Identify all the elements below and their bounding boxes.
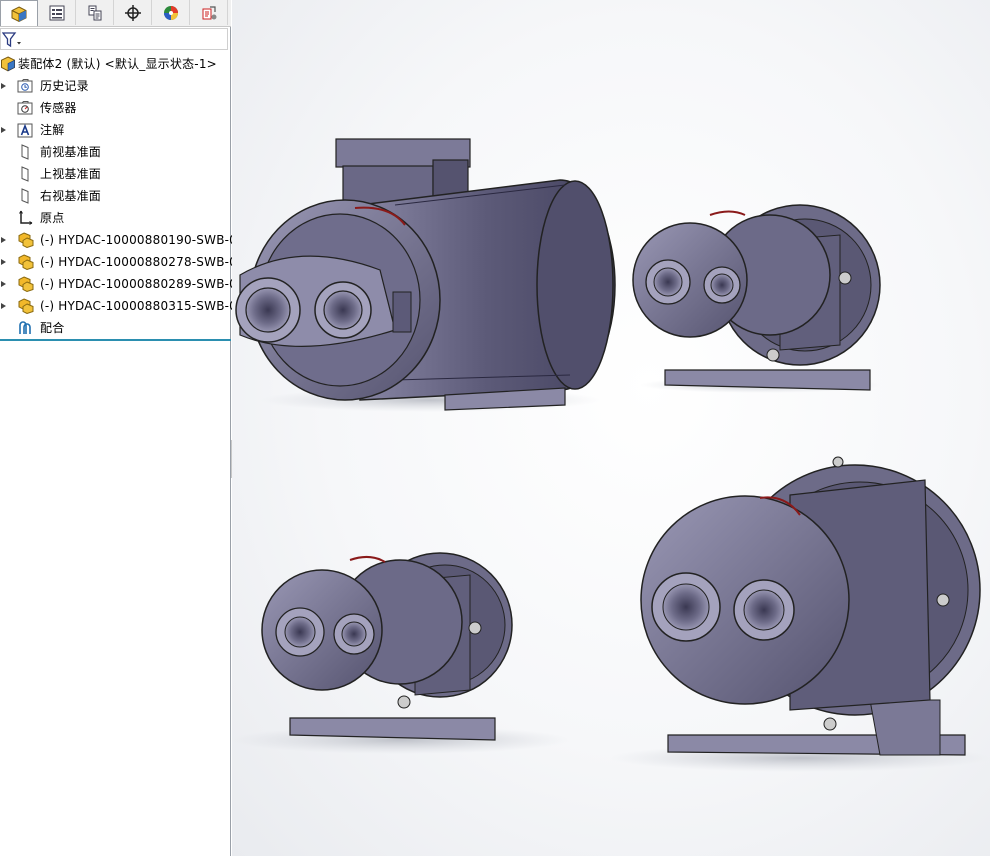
tree-item-subassembly[interactable]: (-) HYDAC-10000880289-SWB-00: [0, 273, 245, 295]
plane-icon: [21, 166, 29, 182]
tree-item-history[interactable]: 历史记录: [0, 75, 231, 97]
configurationmanager-tab-icon: [88, 5, 101, 20]
tree-item-label: 上视基准面: [40, 167, 102, 181]
featuremanager-tab-icon: [11, 5, 27, 22]
filter-icon[interactable]: [2, 31, 24, 49]
propertymanager-tab-icon: [49, 5, 64, 20]
tree-item-label: 前视基准面: [40, 145, 102, 159]
tree-end-separator: [0, 339, 231, 341]
tree-item-label: (-) HYDAC-10000880315-SWB-00: [40, 299, 245, 313]
origin-icon: [19, 210, 33, 225]
subassembly-icon: [18, 232, 34, 248]
cam-tab-icon: [202, 5, 216, 19]
tree-item-front-plane[interactable]: 前视基准面: [0, 141, 231, 163]
tree-item-label: 传感器: [40, 101, 77, 115]
cam-tab[interactable]: [190, 0, 228, 25]
history-folder-icon: [17, 79, 33, 93]
tree-item-subassembly[interactable]: (-) HYDAC-10000880315-SWB-00: [0, 295, 245, 317]
expand-arrow-icon[interactable]: [0, 302, 8, 310]
mates-folder-icon: [19, 321, 31, 334]
subassembly-icon: [18, 254, 34, 270]
plane-icon: [21, 188, 29, 204]
feature-manager-panel: 装配体2 (默认) <默认_显示状态-1> 历史记录 传感器 注解 前视基准面 …: [0, 0, 245, 856]
plane-icon: [21, 144, 29, 160]
displaymanager-tab-icon: [163, 5, 178, 20]
tree-item-origin[interactable]: 原点: [0, 207, 231, 229]
tree-item-annotations[interactable]: 注解: [0, 119, 231, 141]
tree-item-label: 右视基准面: [40, 189, 102, 203]
annotations-folder-icon: [17, 123, 33, 138]
dimxpert-tab[interactable]: [114, 0, 152, 25]
pump-model[interactable]: [232, 552, 570, 754]
pump-model[interactable]: [610, 456, 990, 772]
tree-item-label: 配合: [40, 321, 65, 335]
subassembly-icon: [18, 276, 34, 292]
tree-item-mates[interactable]: 配合: [0, 317, 231, 339]
expand-arrow-icon[interactable]: [0, 280, 8, 288]
tree-root-label: 装配体2 (默认) <默认_显示状态-1>: [18, 57, 217, 71]
tree-item-subassembly[interactable]: (-) HYDAC-10000880278-SWB-00: [0, 251, 245, 273]
expand-arrow-icon[interactable]: [0, 82, 8, 90]
dimxpert-tab-icon: [124, 4, 141, 21]
displaymanager-tab[interactable]: [152, 0, 190, 25]
tree-item-label: (-) HYDAC-10000880190-SWB-00: [40, 233, 245, 247]
expand-arrow-icon[interactable]: [0, 126, 8, 134]
expand-arrow-icon[interactable]: [0, 236, 8, 244]
tree-item-label: (-) HYDAC-10000880278-SWB-00: [40, 255, 245, 269]
expand-arrow-icon[interactable]: [0, 258, 8, 266]
manager-tab-bar: [0, 0, 231, 27]
subassembly-icon: [18, 298, 34, 314]
tree-item-sensors[interactable]: 传感器: [0, 97, 231, 119]
tree-item-subassembly[interactable]: (-) HYDAC-10000880190-SWB-00: [0, 229, 245, 251]
sensor-folder-icon: [17, 101, 33, 115]
tree-item-top-plane[interactable]: 上视基准面: [0, 163, 231, 185]
pump-model[interactable]: [235, 138, 616, 412]
tree-item-label: 注解: [40, 123, 65, 137]
tree-item-label: 历史记录: [40, 79, 89, 93]
graphics-area[interactable]: [232, 0, 990, 856]
propertymanager-tab[interactable]: [38, 0, 76, 25]
pump-model[interactable]: [632, 204, 881, 393]
assembly-icon: [0, 56, 15, 72]
tree-item-label: (-) HYDAC-10000880289-SWB-00: [40, 277, 245, 291]
model-view: [232, 138, 990, 772]
tree-filter-box[interactable]: [0, 28, 228, 50]
tree-item-right-plane[interactable]: 右视基准面: [0, 185, 231, 207]
tree-item-label: 原点: [40, 211, 65, 225]
configurationmanager-tab[interactable]: [76, 0, 114, 25]
featuremanager-tab[interactable]: [0, 0, 38, 26]
